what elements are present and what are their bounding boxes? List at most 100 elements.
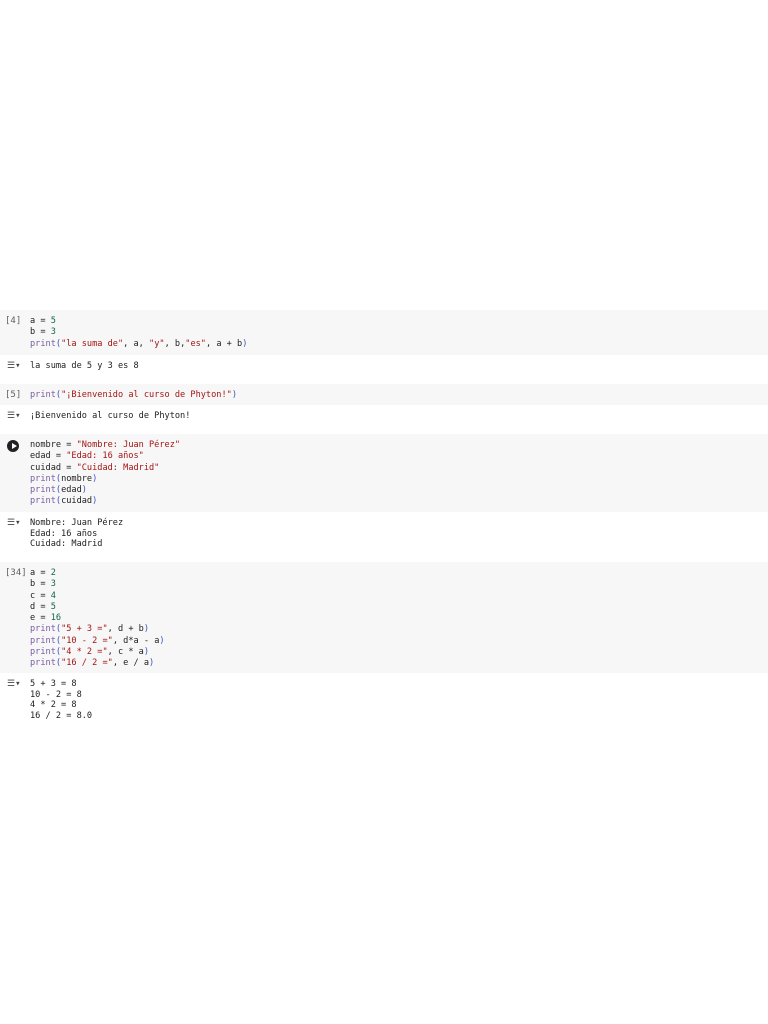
code-cell[interactable]: nombre = "Nombre: Juan Pérez" edad = "Eda… (0, 434, 768, 512)
code-editor[interactable]: a = 2b = 3c = 4d = 5e = 16 print("5 + 3 =… (30, 568, 165, 670)
output-line: 4 * 2 = 8 (30, 700, 77, 710)
output-line: 10 - 2 = 8 (30, 689, 82, 700)
output-toggle-icon[interactable]: ☰▾ (7, 361, 21, 371)
output-line: Edad: 16 años (30, 528, 98, 539)
code-token: edad = (30, 451, 67, 462)
code-token: b = (30, 579, 51, 590)
code-line: print("la suma de", a, "y", b,"es", a + … (30, 339, 247, 350)
code-token: "4 * 2 =" (61, 647, 108, 658)
code-line: nombre = "Nombre: Juan Pérez" (30, 440, 180, 451)
output-text: ¡Bienvenido al curso de Phyton! (30, 411, 190, 422)
code-token: "16 / 2 =" (61, 658, 113, 669)
output-line: la suma de 5 y 3 es 8 (30, 361, 139, 371)
code-token: ) (149, 658, 155, 669)
code-token: cuidad = (30, 462, 77, 473)
code-token: print (30, 473, 56, 484)
code-token: , c * a (107, 647, 144, 658)
code-line: print("5 + 3 =", d + b) (30, 624, 165, 635)
execution-count: [34] (5, 568, 27, 578)
code-token: b = (30, 327, 51, 338)
code-token: ) (159, 635, 165, 646)
code-line: edad = "Edad: 16 años" (30, 451, 180, 462)
code-line: cuidad = "Cuidad: Madrid" (30, 463, 180, 474)
code-token: 2 (50, 568, 56, 578)
code-token: ) (143, 647, 150, 658)
code-token: "Nombre: Juan Pérez" (76, 440, 181, 450)
code-line: d = 5 (30, 602, 165, 613)
code-token: , a, (123, 338, 150, 349)
code-token: print (30, 338, 56, 349)
code-line: print(nombre) (30, 474, 180, 485)
execution-count: [4] (5, 316, 22, 326)
cell-output: ☰▾ Nombre: Juan Pérez Edad: 16 años Cuidad:… (0, 512, 768, 560)
output-text: Nombre: Juan Pérez Edad: 16 años Cuidad: M… (30, 518, 123, 550)
code-line: print("¡Bienvenido al curso de Phyton!") (30, 390, 237, 401)
code-token: "10 - 2 =" (61, 635, 113, 646)
code-token: "es" (185, 338, 206, 349)
code-line: e = 16 (30, 613, 165, 624)
code-token: "¡Bienvenido al curso de Phyton!" (61, 390, 232, 400)
code-token: cuidad (61, 496, 93, 507)
cell-output: ☰▾ la suma de 5 y 3 es 8 (0, 355, 768, 380)
code-token: "5 + 3 =" (61, 624, 108, 635)
output-line: ¡Bienvenido al curso de Phyton! (30, 411, 191, 421)
code-token: 3 (50, 579, 56, 590)
code-line: b = 3 (30, 579, 165, 590)
code-token: edad (61, 485, 82, 496)
cell-output: ☰▾ 5 + 3 = 8 10 - 2 = 84 * 2 = 8 16 / 2 = 8… (0, 673, 768, 725)
output-toggle-icon[interactable]: ☰▾ (7, 411, 21, 421)
code-token: "y" (149, 338, 165, 349)
output-toggle-icon[interactable]: ☰▾ (7, 518, 21, 528)
code-cell[interactable]: [5] print("¡Bienvenido al curso de Phyton… (0, 384, 768, 405)
output-toggle-icon[interactable]: ☰▾ (7, 679, 21, 689)
code-line: print("4 * 2 =", c * a) (30, 647, 165, 658)
code-token: ) (242, 338, 248, 349)
code-token: 3 (50, 327, 56, 338)
code-token: print (30, 635, 56, 646)
code-line: print("16 / 2 =", e / a) (30, 658, 165, 669)
code-token: , a + b (205, 338, 243, 349)
code-token: , b, (164, 338, 186, 349)
code-token: "la suma de" (61, 338, 124, 349)
code-token: c = (30, 590, 51, 601)
code-token: nombre = (30, 440, 77, 450)
code-token: 5 (50, 316, 56, 326)
code-token: ) (231, 390, 237, 400)
code-token: , d*a - a (112, 635, 160, 646)
execution-count: [5] (5, 390, 22, 400)
code-token: ) (143, 624, 150, 635)
code-token: print (30, 390, 56, 400)
code-token: e = (30, 613, 51, 624)
play-icon[interactable] (7, 440, 19, 452)
output-line: Nombre: Juan Pérez (30, 518, 124, 528)
output-line: 16 / 2 = 8.0 (30, 710, 93, 721)
code-token: print (30, 647, 56, 658)
code-token: 16 (50, 613, 62, 624)
code-token: "Edad: 16 años" (66, 451, 144, 462)
code-token: print (30, 496, 56, 507)
code-token: print (30, 624, 56, 635)
code-token: "Cuidad: Madrid" (76, 462, 160, 473)
code-line: b = 3 (30, 327, 247, 338)
code-line: a = 5 (30, 316, 247, 327)
output-text: la suma de 5 y 3 es 8 (30, 361, 139, 372)
code-line: c = 4 (30, 591, 165, 602)
code-token: print (30, 658, 56, 669)
code-token: ) (92, 496, 98, 507)
output-text: 5 + 3 = 8 10 - 2 = 84 * 2 = 8 16 / 2 = 8.0 (30, 679, 92, 721)
code-token: nombre (61, 473, 93, 484)
output-line: 5 + 3 = 8 (30, 679, 77, 689)
code-line: a = 2 (30, 568, 165, 579)
code-token: , e / a (112, 658, 150, 669)
code-cell[interactable]: [4] a = 5b = 3 print("la suma de", a, "y",… (0, 310, 768, 355)
code-cell[interactable]: [34] a = 2b = 3c = 4d = 5e = 16 print("5 +… (0, 562, 768, 673)
code-editor[interactable]: print("¡Bienvenido al curso de Phyton!") (30, 390, 237, 401)
code-token: 5 (50, 601, 56, 612)
code-editor[interactable]: nombre = "Nombre: Juan Pérez" edad = "Eda… (30, 440, 180, 508)
code-token: a = (30, 568, 51, 578)
code-editor[interactable]: a = 5b = 3 print("la suma de", a, "y", b,… (30, 316, 247, 350)
code-token: a = (30, 316, 51, 326)
code-line: print(cuidad) (30, 496, 180, 507)
code-token: ) (92, 473, 98, 484)
code-line: print("10 - 2 =", d*a - a) (30, 636, 165, 647)
